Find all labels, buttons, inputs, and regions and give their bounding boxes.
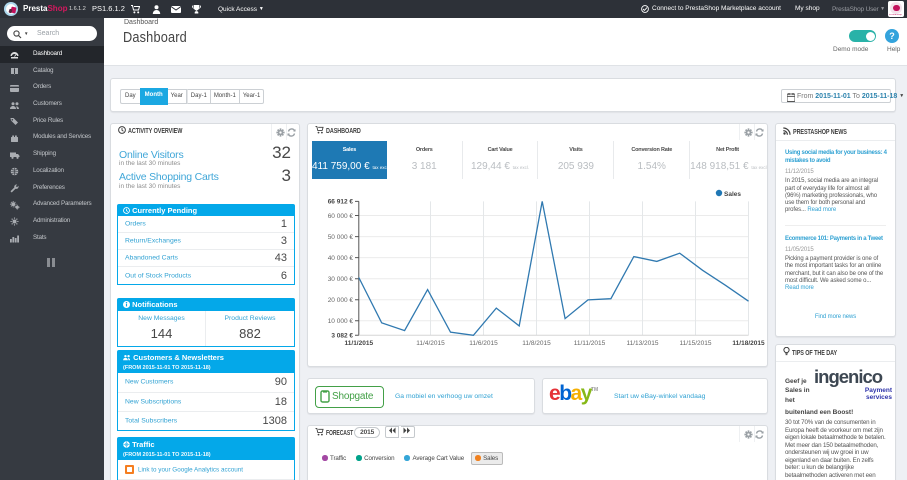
svg-text:11/13/2015: 11/13/2015 xyxy=(626,340,658,347)
svg-text:Sales: Sales xyxy=(724,191,741,198)
svg-text:50 000 €: 50 000 € xyxy=(328,234,354,241)
svg-text:40 000 €: 40 000 € xyxy=(328,255,354,262)
svg-text:10 000 €: 10 000 € xyxy=(328,318,354,325)
svg-text:66 912 €: 66 912 € xyxy=(328,199,354,206)
svg-text:11/8/2015: 11/8/2015 xyxy=(522,340,551,347)
svg-text:11/6/2015: 11/6/2015 xyxy=(469,340,498,347)
svg-text:30 000 €: 30 000 € xyxy=(328,276,354,283)
svg-text:11/15/2015: 11/15/2015 xyxy=(679,340,711,347)
svg-text:3 082 €: 3 082 € xyxy=(331,333,353,340)
svg-text:11/4/2015: 11/4/2015 xyxy=(416,340,445,347)
svg-text:20 000 €: 20 000 € xyxy=(328,297,354,304)
svg-text:60 000 €: 60 000 € xyxy=(328,213,354,220)
svg-text:11/11/2015: 11/11/2015 xyxy=(574,340,606,347)
svg-text:11/1/2015: 11/1/2015 xyxy=(345,340,374,347)
svg-text:11/18/2015: 11/18/2015 xyxy=(732,340,765,347)
